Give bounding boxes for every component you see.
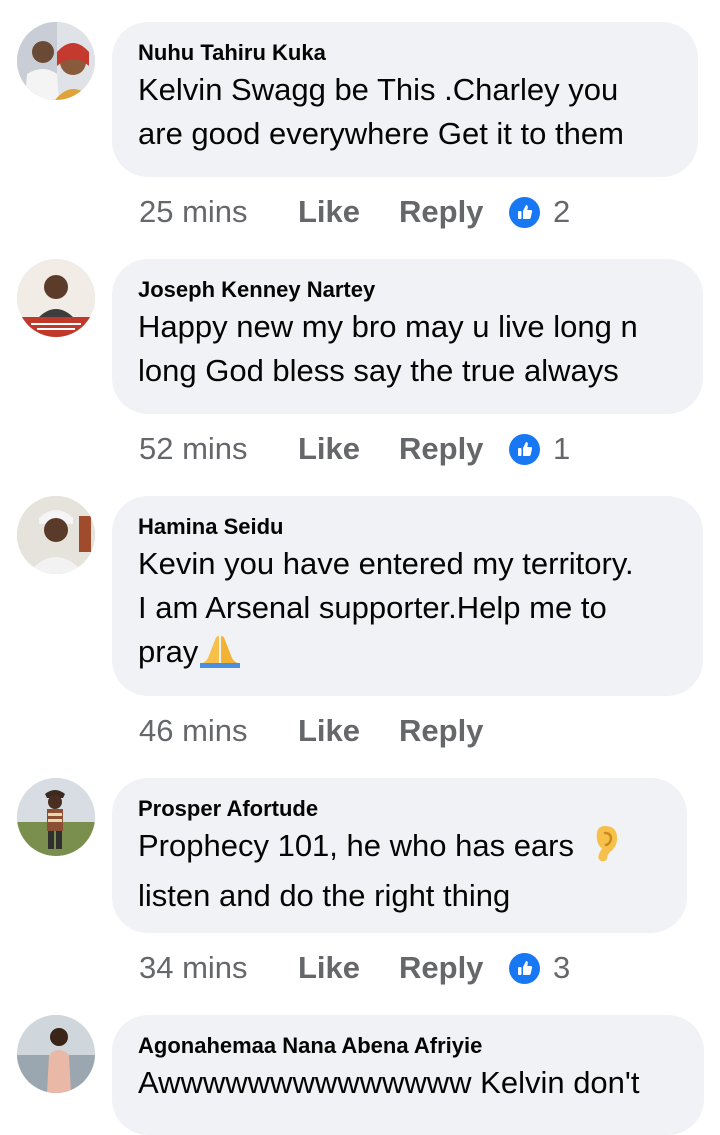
like-button[interactable]: Like xyxy=(298,950,399,986)
comment-bubble: Prosper Afortude Prophecy 101, he who ha… xyxy=(112,778,687,933)
like-thumb-icon xyxy=(509,952,540,984)
ear-icon xyxy=(590,824,620,874)
comment-text: Happy new my bro may u live long n long G… xyxy=(138,309,638,388)
like-button[interactable]: Like xyxy=(298,194,399,230)
like-button[interactable]: Like xyxy=(298,713,399,749)
comment-timestamp[interactable]: 25 mins xyxy=(139,194,298,230)
comment-bubble: Nuhu Tahiru Kuka Kelvin Swagg be This .C… xyxy=(112,22,698,177)
comment-text: Kevin you have entered my territory. I am… xyxy=(138,542,677,680)
comment-timestamp[interactable]: 52 mins xyxy=(139,431,298,467)
comment-actions: 46 mins Like Reply xyxy=(139,709,509,753)
comment-text: Kelvin Swagg be This .Charley you are goo… xyxy=(138,72,624,151)
avatar[interactable] xyxy=(17,1015,95,1093)
avatar[interactable] xyxy=(17,259,95,337)
comment-text: Prophecy 101, he who has ears listen and … xyxy=(138,824,661,918)
reply-button[interactable]: Reply xyxy=(399,950,509,986)
reaction-summary[interactable]: 3 xyxy=(509,950,570,986)
comment-bubble: Hamina Seidu Kevin you have entered my t… xyxy=(112,496,703,696)
reply-button[interactable]: Reply xyxy=(399,194,509,230)
reaction-summary[interactable]: 1 xyxy=(509,431,570,467)
comment-author[interactable]: Hamina Seidu xyxy=(138,514,677,540)
reaction-summary[interactable]: 2 xyxy=(509,194,570,230)
avatar[interactable] xyxy=(17,778,95,856)
like-button[interactable]: Like xyxy=(298,431,399,467)
avatar[interactable] xyxy=(17,22,95,100)
comment-author[interactable]: Agonahemaa Nana Abena Afriyie xyxy=(138,1033,678,1059)
like-thumb-icon xyxy=(509,433,540,465)
comment-author[interactable]: Nuhu Tahiru Kuka xyxy=(138,40,672,66)
comment-bubble: Joseph Kenney Nartey Happy new my bro ma… xyxy=(112,259,703,414)
comment-actions: 34 mins Like Reply 3 xyxy=(139,946,570,990)
reply-button[interactable]: Reply xyxy=(399,713,509,749)
comment-timestamp[interactable]: 46 mins xyxy=(139,713,298,749)
reaction-count: 2 xyxy=(553,194,571,229)
comment-actions: 52 mins Like Reply 1 xyxy=(139,427,570,471)
comment-timestamp[interactable]: 34 mins xyxy=(139,950,298,986)
praying-hands-icon xyxy=(200,634,241,680)
reaction-count: 1 xyxy=(553,431,571,466)
avatar[interactable] xyxy=(17,496,95,574)
reaction-count: 3 xyxy=(553,950,571,985)
comment-actions: 25 mins Like Reply 2 xyxy=(139,190,570,234)
comment-text: Awwwwwwwwwwwwww Kelvin don't xyxy=(138,1065,640,1100)
like-thumb-icon xyxy=(509,196,540,228)
comment-bubble: Agonahemaa Nana Abena Afriyie Awwwwwwwww… xyxy=(112,1015,704,1135)
reply-button[interactable]: Reply xyxy=(399,431,509,467)
comment-author[interactable]: Joseph Kenney Nartey xyxy=(138,277,677,303)
comment-author[interactable]: Prosper Afortude xyxy=(138,796,661,822)
